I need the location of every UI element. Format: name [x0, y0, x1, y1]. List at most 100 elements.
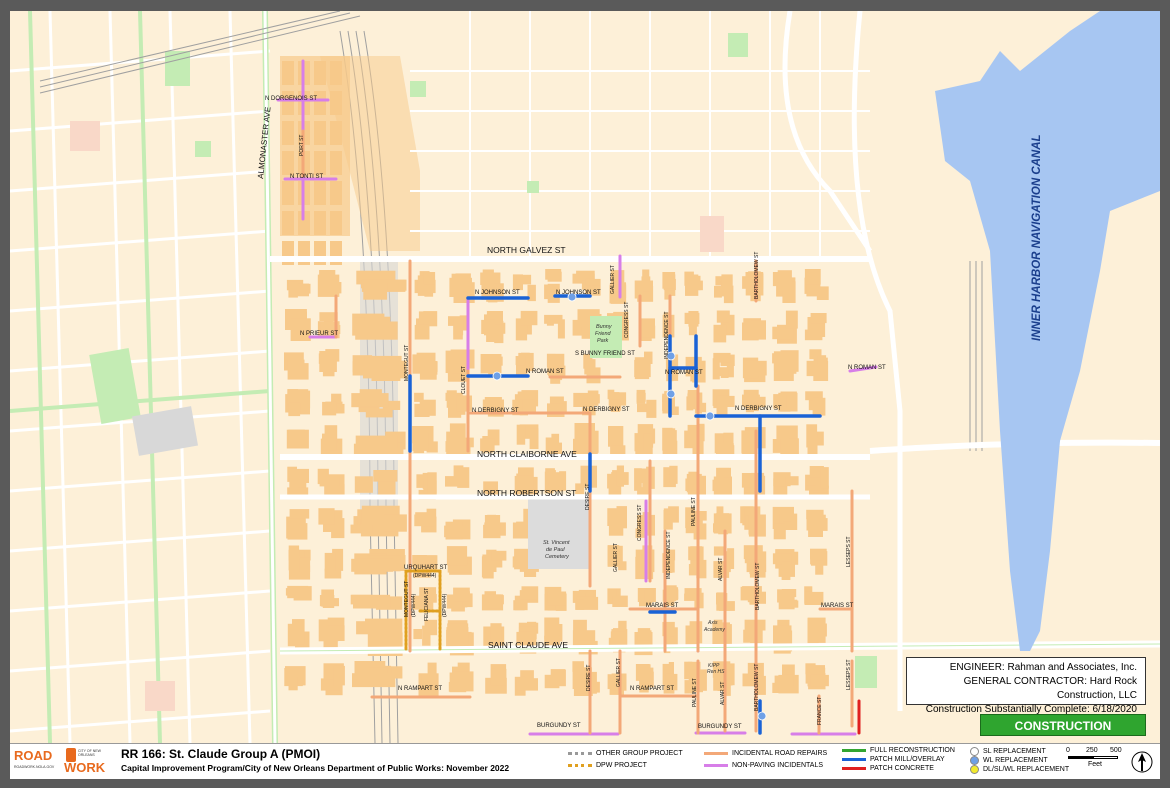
building	[529, 428, 539, 449]
building	[327, 625, 345, 641]
axis-label-1: Axis	[707, 620, 718, 626]
street-label-roman-3: N ROMAN ST	[848, 365, 886, 371]
west-park-3	[195, 141, 211, 157]
roadwork-logo: ROAD CITY OF NEW ORLEANS WORK ROADWORK.N…	[14, 748, 118, 776]
building	[290, 468, 309, 483]
building	[519, 590, 538, 600]
building	[684, 271, 694, 286]
legend-label-dl: DL/SL/WL REPLACEMENT	[983, 766, 1070, 773]
north-park-2	[728, 33, 748, 57]
street-label-independence-1: INDEPENDENCE ST	[664, 311, 670, 359]
street-label-burgundy-1: BURGUNDY ST	[537, 723, 581, 729]
building	[516, 274, 532, 285]
building	[810, 548, 827, 560]
logo-url: ROADWORK.NOLA.GOV	[14, 765, 55, 769]
building	[573, 392, 594, 407]
building	[516, 678, 538, 691]
park-label-1: Bunny	[596, 324, 613, 330]
building	[810, 674, 829, 687]
building	[713, 324, 727, 343]
building	[352, 673, 396, 688]
street-label-dpw444-c: (DPW444)	[442, 593, 448, 617]
building	[290, 318, 311, 341]
building	[322, 433, 337, 451]
building	[446, 546, 468, 566]
construction-status-badge: CONSTRUCTION COMPLETE	[980, 714, 1146, 755]
building	[422, 625, 431, 646]
building	[365, 408, 393, 418]
logo-city: CITY OF NEW ORLEANS	[78, 749, 101, 757]
street-label-bunny-friend: S BUNNY FRIEND ST	[575, 351, 635, 357]
legend-patch-mill: PATCH MILL/OVERLAY	[842, 756, 945, 763]
building	[490, 623, 502, 639]
north-arrow-icon	[1131, 751, 1153, 773]
building	[820, 467, 829, 489]
building	[287, 523, 308, 540]
building	[423, 272, 436, 285]
street-label-france: FRANCE ST	[817, 697, 823, 725]
legend-label-sl: SL REPLACEMENT	[983, 748, 1046, 755]
street-label-derbigny-1: N DERBIGNY ST	[472, 408, 519, 414]
map-canvas[interactable]: N DORGENOIS ST ALMONASTER AVE PORT ST N …	[10, 11, 1160, 743]
building	[516, 424, 526, 445]
logo-word-road: ROAD	[14, 748, 53, 763]
building	[319, 282, 342, 294]
building	[636, 392, 646, 402]
building	[743, 629, 763, 643]
kipp-label-2: Ren HS	[707, 669, 725, 675]
street-label-pauline-2: PAULINE ST	[692, 678, 698, 707]
building	[457, 662, 470, 672]
building	[550, 669, 566, 684]
building	[427, 472, 437, 495]
legend-dpw: DPW PROJECT	[568, 762, 647, 769]
building	[718, 601, 735, 611]
building	[512, 522, 526, 539]
building	[363, 282, 388, 300]
building	[716, 310, 730, 323]
building	[318, 508, 335, 525]
legend-dot-sl	[970, 747, 979, 756]
building	[812, 397, 826, 416]
axis-label-2: Academy	[703, 627, 725, 633]
logo-word-work: WORK	[64, 760, 106, 775]
building	[353, 596, 391, 609]
building	[333, 665, 345, 686]
building	[288, 402, 301, 417]
building	[662, 272, 676, 289]
street-label-gallier-2: GALLIER ST	[613, 543, 619, 572]
building	[314, 181, 326, 205]
wl-replacement-dot	[705, 411, 715, 421]
building	[363, 360, 407, 379]
building	[449, 437, 474, 448]
building	[664, 586, 677, 602]
building	[743, 545, 763, 560]
building	[416, 352, 436, 368]
street-label-clouet: CLOUET ST	[461, 366, 467, 394]
street-label-st-claude: SAINT CLAUDE AVE	[488, 640, 568, 650]
legend-swatch-full-recon	[842, 749, 866, 752]
scale-bar: 0 250 500 Feet	[1066, 747, 1126, 769]
building	[547, 403, 565, 417]
building	[412, 433, 429, 451]
north-block-pink	[700, 216, 724, 252]
building	[314, 91, 326, 115]
building	[418, 311, 437, 323]
legend-swatch-dpw	[568, 764, 592, 767]
building	[575, 599, 585, 610]
building	[722, 477, 731, 490]
legend-label-patch-concrete: PATCH CONCRETE	[870, 765, 934, 772]
building	[324, 552, 336, 572]
building	[544, 314, 563, 324]
map-footer: ROAD CITY OF NEW ORLEANS WORK ROADWORK.N…	[10, 743, 1160, 779]
cemetery-label-2: de Paul	[546, 547, 565, 553]
canal-water	[935, 11, 1160, 651]
west-block-pink-2	[145, 681, 175, 711]
building	[611, 510, 623, 523]
building	[712, 358, 720, 380]
building	[330, 61, 342, 85]
building	[484, 515, 501, 538]
building	[584, 359, 596, 375]
street-label-derbigny-3: N DERBIGNY ST	[735, 406, 782, 412]
building	[447, 623, 469, 649]
building	[806, 594, 818, 605]
